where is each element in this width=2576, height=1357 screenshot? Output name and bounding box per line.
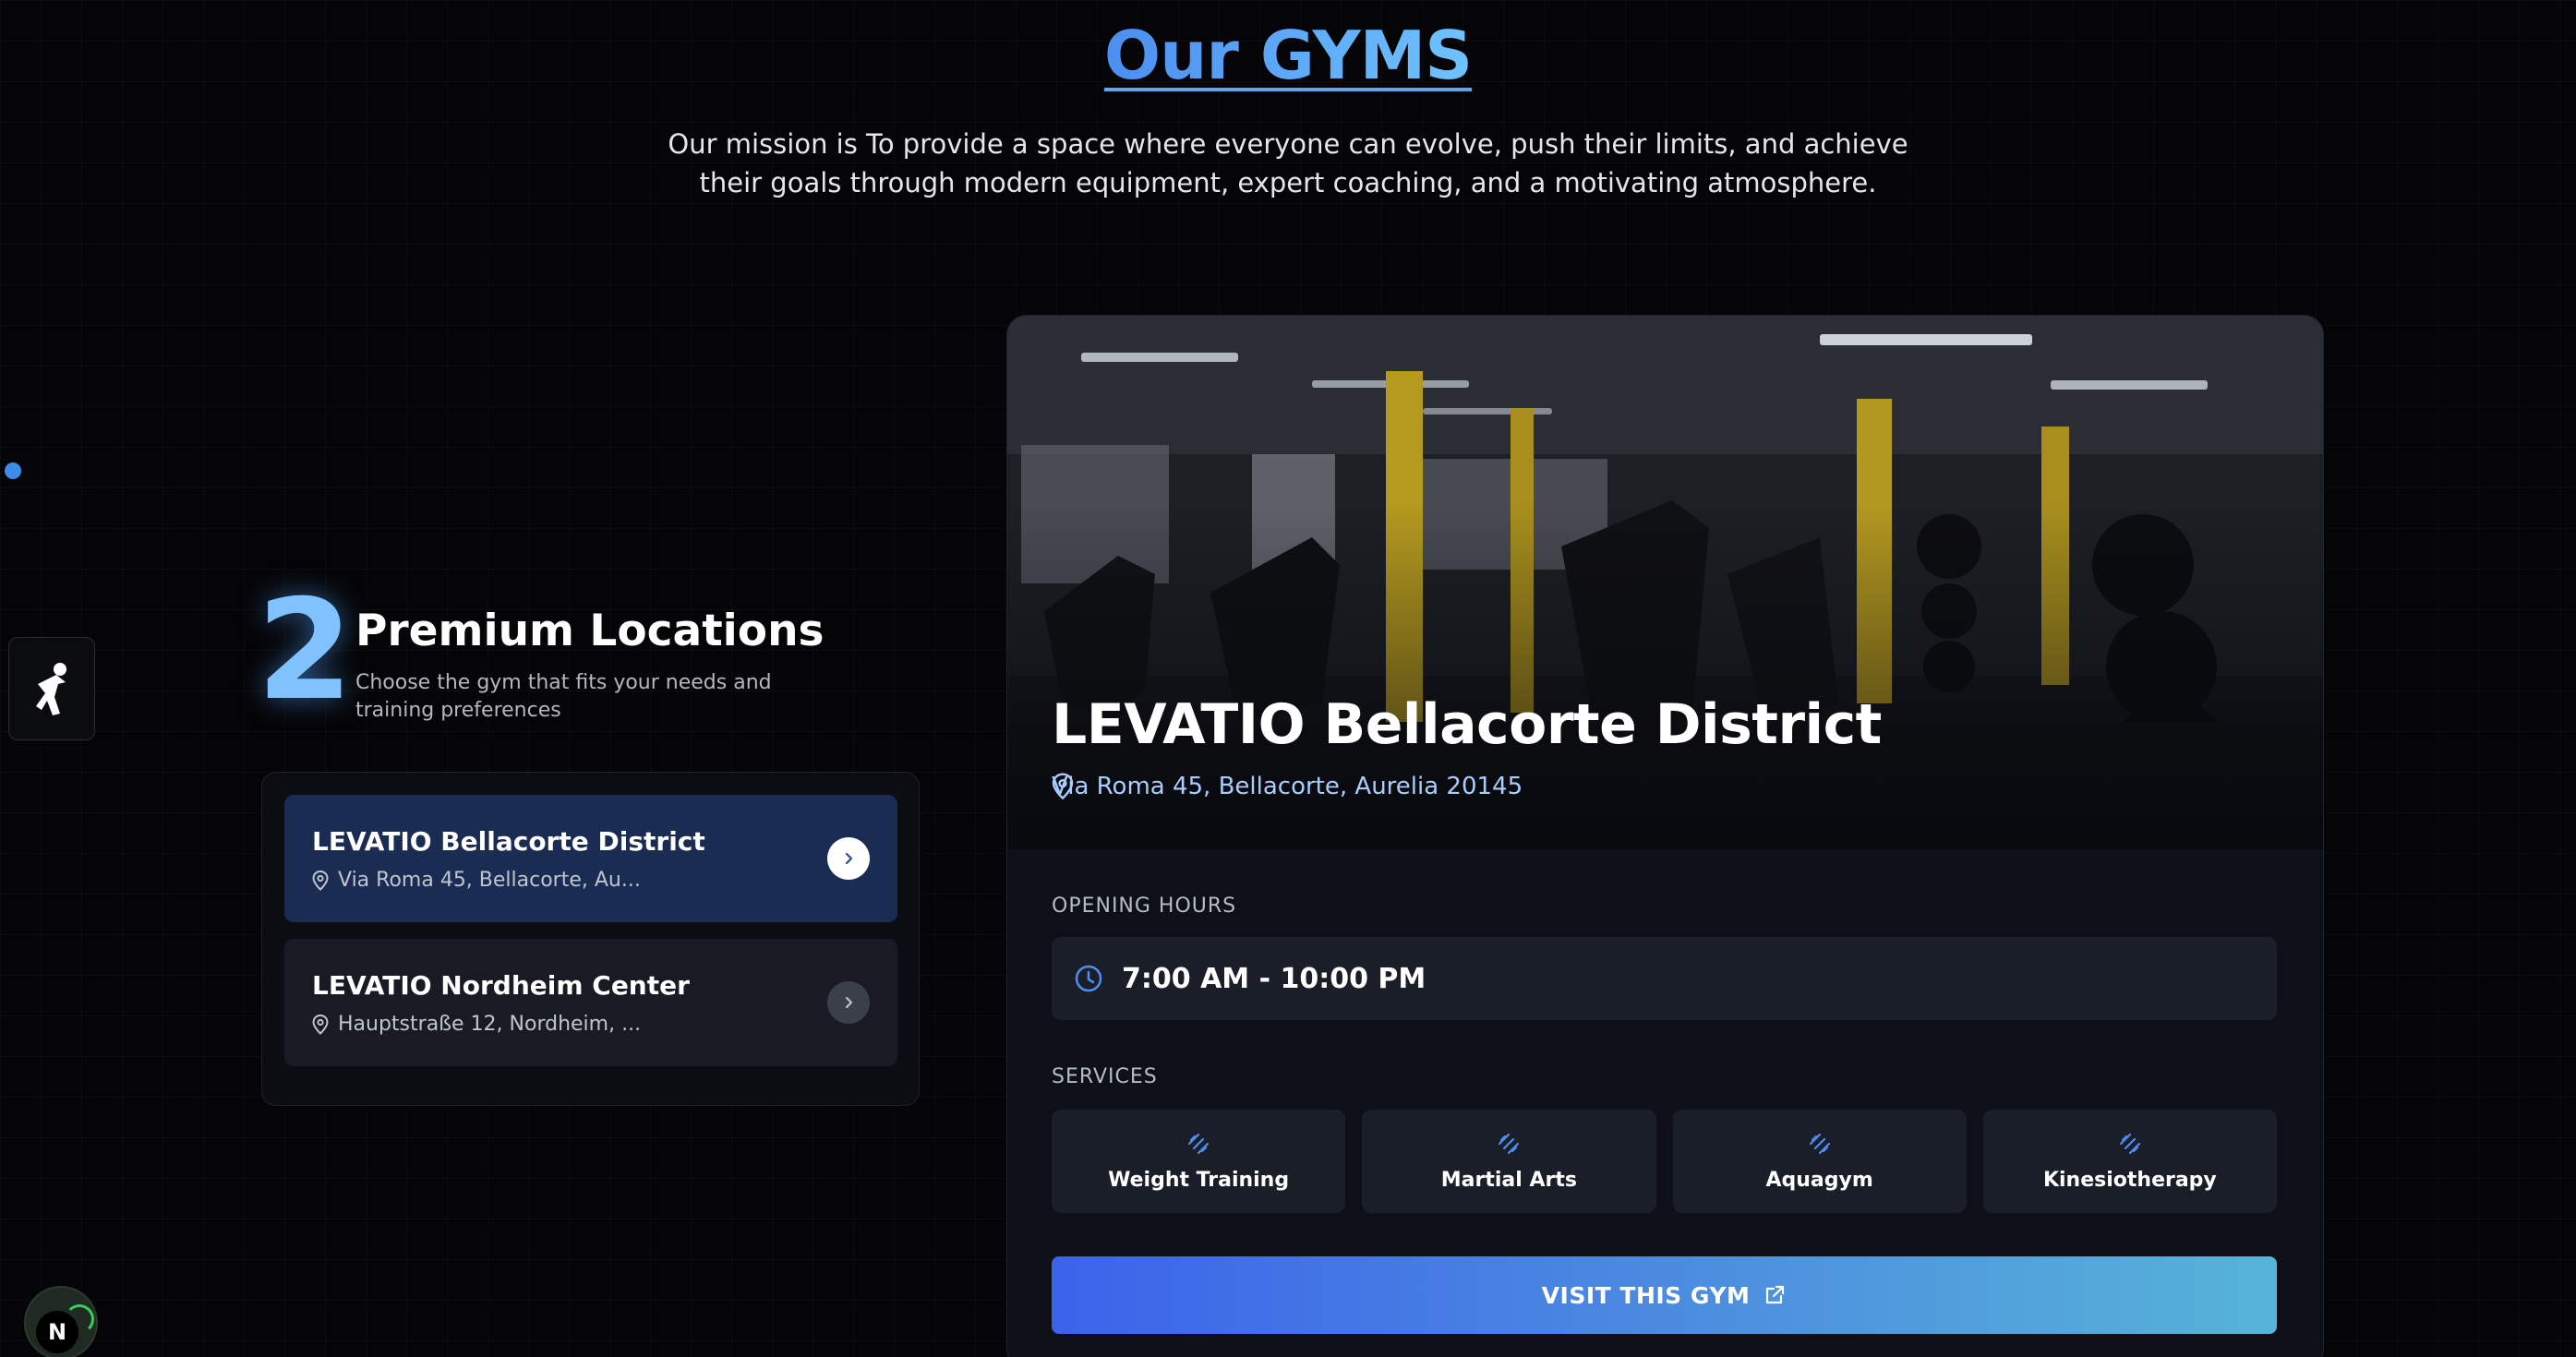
- opening-hours-value: 7:00 AM - 10:00 PM: [1122, 962, 1426, 995]
- visit-gym-button[interactable]: VISIT THIS GYM: [1052, 1256, 2277, 1334]
- location-card-bellacorte[interactable]: LEVATIO Bellacorte District Via Roma 45,…: [284, 795, 897, 922]
- services-label: SERVICES: [1052, 1065, 1158, 1088]
- visit-gym-label: VISIT THIS GYM: [1541, 1281, 1751, 1309]
- service-label: Martial Arts: [1440, 1168, 1577, 1192]
- dumbbell-icon: [2119, 1133, 2140, 1154]
- locations-list: LEVATIO Bellacorte District Via Roma 45,…: [261, 772, 920, 1106]
- location-card-nordheim[interactable]: LEVATIO Nordheim Center Hauptstraße 12, …: [284, 939, 897, 1066]
- dumbbell-icon: [1809, 1133, 1830, 1154]
- indicator-dot: [5, 462, 21, 479]
- photo-overlay: [1007, 316, 2323, 849]
- map-pin-icon: [312, 1014, 329, 1035]
- dumbbell-icon: [1188, 1133, 1210, 1154]
- locations-title: Premium Locations: [355, 606, 825, 656]
- map-pin-icon: [312, 870, 329, 891]
- service-label: Kinesiotherapy: [2042, 1168, 2217, 1192]
- map-pin-icon: [1052, 773, 1074, 800]
- gym-address-text: Via Roma 45, Bellacorte, Aurelia 20145: [1052, 773, 1523, 800]
- location-address: Via Roma 45, Bellacorte, Au...: [312, 869, 641, 892]
- page-title: Our GYMS: [1103, 17, 1473, 94]
- gym-name: LEVATIO Bellacorte District: [1052, 692, 1882, 757]
- gym-detail-card: LEVATIO Bellacorte District Via Roma 45,…: [1006, 315, 2324, 1357]
- gym-photo: LEVATIO Bellacorte District Via Roma 45,…: [1007, 316, 2323, 849]
- exercise-figure-icon: [36, 663, 66, 715]
- service-weight-training: Weight Training: [1052, 1110, 1346, 1213]
- service-kinesiotherapy: Kinesiotherapy: [1982, 1110, 2277, 1213]
- service-martial-arts: Martial Arts: [1362, 1110, 1656, 1213]
- external-link-icon: [1766, 1285, 1785, 1304]
- mission-statement: Our mission is To provide a space where …: [668, 128, 1908, 198]
- select-location-button[interactable]: [827, 981, 870, 1024]
- loading-arc-icon: [65, 1304, 94, 1334]
- clock-icon: [1075, 965, 1102, 992]
- service-aquagym: Aquagym: [1672, 1110, 1967, 1213]
- locations-subtitle: Choose the gym that fits your needs and …: [355, 671, 772, 722]
- select-location-button[interactable]: [827, 837, 870, 880]
- location-count: 2: [257, 570, 354, 731]
- gym-address: Via Roma 45, Bellacorte, Aurelia 20145: [1052, 773, 1523, 800]
- opening-hours-label: OPENING HOURS: [1052, 895, 1237, 918]
- location-address-text: Via Roma 45, Bellacorte, Au...: [338, 869, 641, 892]
- opening-hours-box: 7:00 AM - 10:00 PM: [1052, 937, 2277, 1020]
- location-address-text: Hauptstraße 12, Nordheim, ...: [338, 1013, 642, 1036]
- side-widget-button[interactable]: [8, 637, 95, 740]
- status-badge[interactable]: N: [24, 1286, 98, 1357]
- service-label: Aquagym: [1765, 1168, 1873, 1192]
- location-name: LEVATIO Bellacorte District: [312, 826, 705, 857]
- chevron-right-icon: [845, 852, 853, 865]
- dumbbell-icon: [1499, 1133, 1520, 1154]
- service-label: Weight Training: [1108, 1168, 1290, 1192]
- location-address: Hauptstraße 12, Nordheim, ...: [312, 1013, 641, 1036]
- services-list: Weight Training Martial Arts Aquagym Kin…: [1052, 1110, 2277, 1213]
- chevron-right-icon: [845, 996, 853, 1009]
- location-name: LEVATIO Nordheim Center: [312, 970, 690, 1001]
